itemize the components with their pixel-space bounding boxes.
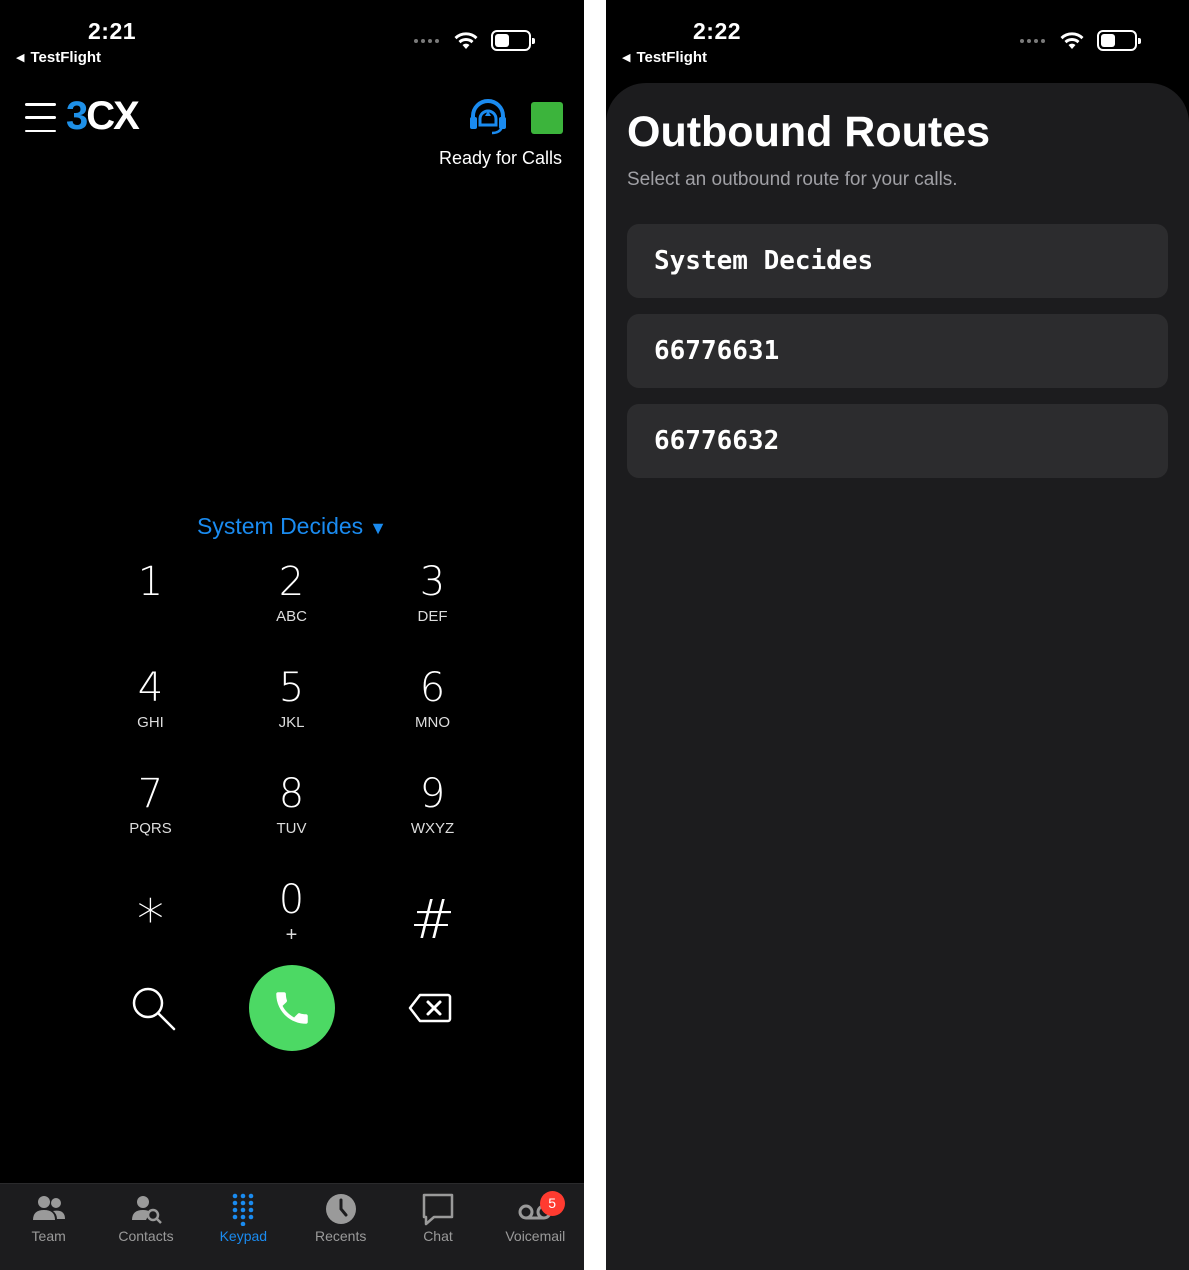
backspace-icon[interactable]: [408, 992, 452, 1024]
key-9[interactable]: 9 WXYZ: [362, 768, 503, 874]
tab-recents[interactable]: Recents: [292, 1184, 389, 1270]
outbound-route-selector[interactable]: System Decides ▼: [0, 513, 584, 540]
phone-icon: [276, 992, 308, 1024]
tab-team[interactable]: Team: [0, 1184, 97, 1270]
wifi-icon: [454, 31, 478, 49]
tab-chat[interactable]: Chat: [389, 1184, 486, 1270]
back-label: TestFlight: [636, 49, 708, 66]
menu-icon[interactable]: [25, 103, 56, 132]
voicemail-badge: 5: [539, 1191, 565, 1216]
key-2[interactable]: 2 ABC: [221, 556, 362, 662]
wifi-icon: [1060, 31, 1084, 49]
dialer-actions: [80, 965, 504, 1051]
route-option-system-decides[interactable]: System Decides: [627, 224, 1168, 298]
key-3[interactable]: 3 DEF: [362, 556, 503, 662]
call-button[interactable]: [249, 965, 335, 1051]
clock-icon: [325, 1194, 356, 1224]
back-arrow-icon: ◀: [622, 52, 631, 64]
back-label: TestFlight: [30, 49, 102, 66]
battery-icon: [1097, 30, 1141, 51]
3cx-logo: 3CX: [66, 94, 140, 138]
status-time: 2:22: [693, 18, 742, 44]
team-icon: [32, 1196, 65, 1220]
dropdown-triangle-icon: ▼: [369, 518, 387, 538]
presence-status-indicator[interactable]: [531, 102, 563, 134]
tab-contacts[interactable]: Contacts: [97, 1184, 194, 1270]
outbound-routes-screen: 2:22 ◀ TestFlight Outbound Routes Select…: [606, 0, 1189, 1270]
tab-voicemail[interactable]: 5 Voicemail: [487, 1184, 584, 1270]
route-option-66776631[interactable]: 66776631: [627, 314, 1168, 388]
back-to-testflight[interactable]: ◀ TestFlight: [16, 49, 101, 66]
status-time: 2:21: [88, 18, 137, 44]
page-subtitle: Select an outbound route for your calls.: [627, 169, 958, 190]
status-text: Ready for Calls: [438, 148, 562, 168]
route-option-66776632[interactable]: 66776632: [627, 404, 1168, 478]
chat-icon: [422, 1193, 454, 1226]
dialer-screen: 2:21 ◀ TestFlight 3CX Ready for Calls Sy…: [0, 0, 584, 1270]
key-8[interactable]: 8 TUV: [221, 768, 362, 874]
key-6[interactable]: 6 MNO: [362, 662, 503, 768]
back-arrow-icon: ◀: [16, 52, 25, 64]
key-7[interactable]: 7 PQRS: [80, 768, 221, 874]
key-1[interactable]: 1: [80, 556, 221, 662]
keypad-icon: [233, 1193, 254, 1226]
key-4[interactable]: 4 GHI: [80, 662, 221, 768]
tab-keypad[interactable]: Keypad: [195, 1184, 292, 1270]
dial-keypad: 1 2 ABC 3 DEF 4 GHI 5 JKL 6 MNO 7 PQRS 8 TUV 9W…: [80, 556, 504, 980]
battery-icon: [491, 30, 535, 51]
headset-icon[interactable]: [468, 99, 508, 135]
status-indicators: [1020, 30, 1141, 51]
page-title: Outbound Routes: [627, 108, 991, 156]
route-selector-label: System Decides: [197, 513, 364, 539]
routes-sheet: Outbound Routes Select an outbound route…: [606, 83, 1189, 1270]
signal-icon: [1020, 38, 1045, 43]
signal-icon: [414, 38, 439, 43]
back-to-testflight[interactable]: ◀ TestFlight: [622, 49, 707, 66]
status-indicators: [414, 30, 535, 51]
contacts-icon: [131, 1196, 162, 1224]
search-icon[interactable]: [130, 985, 176, 1031]
tab-bar: Team Contacts Keypad Recents Chat 5 Voic…: [0, 1183, 584, 1270]
key-5[interactable]: 5 JKL: [221, 662, 362, 768]
